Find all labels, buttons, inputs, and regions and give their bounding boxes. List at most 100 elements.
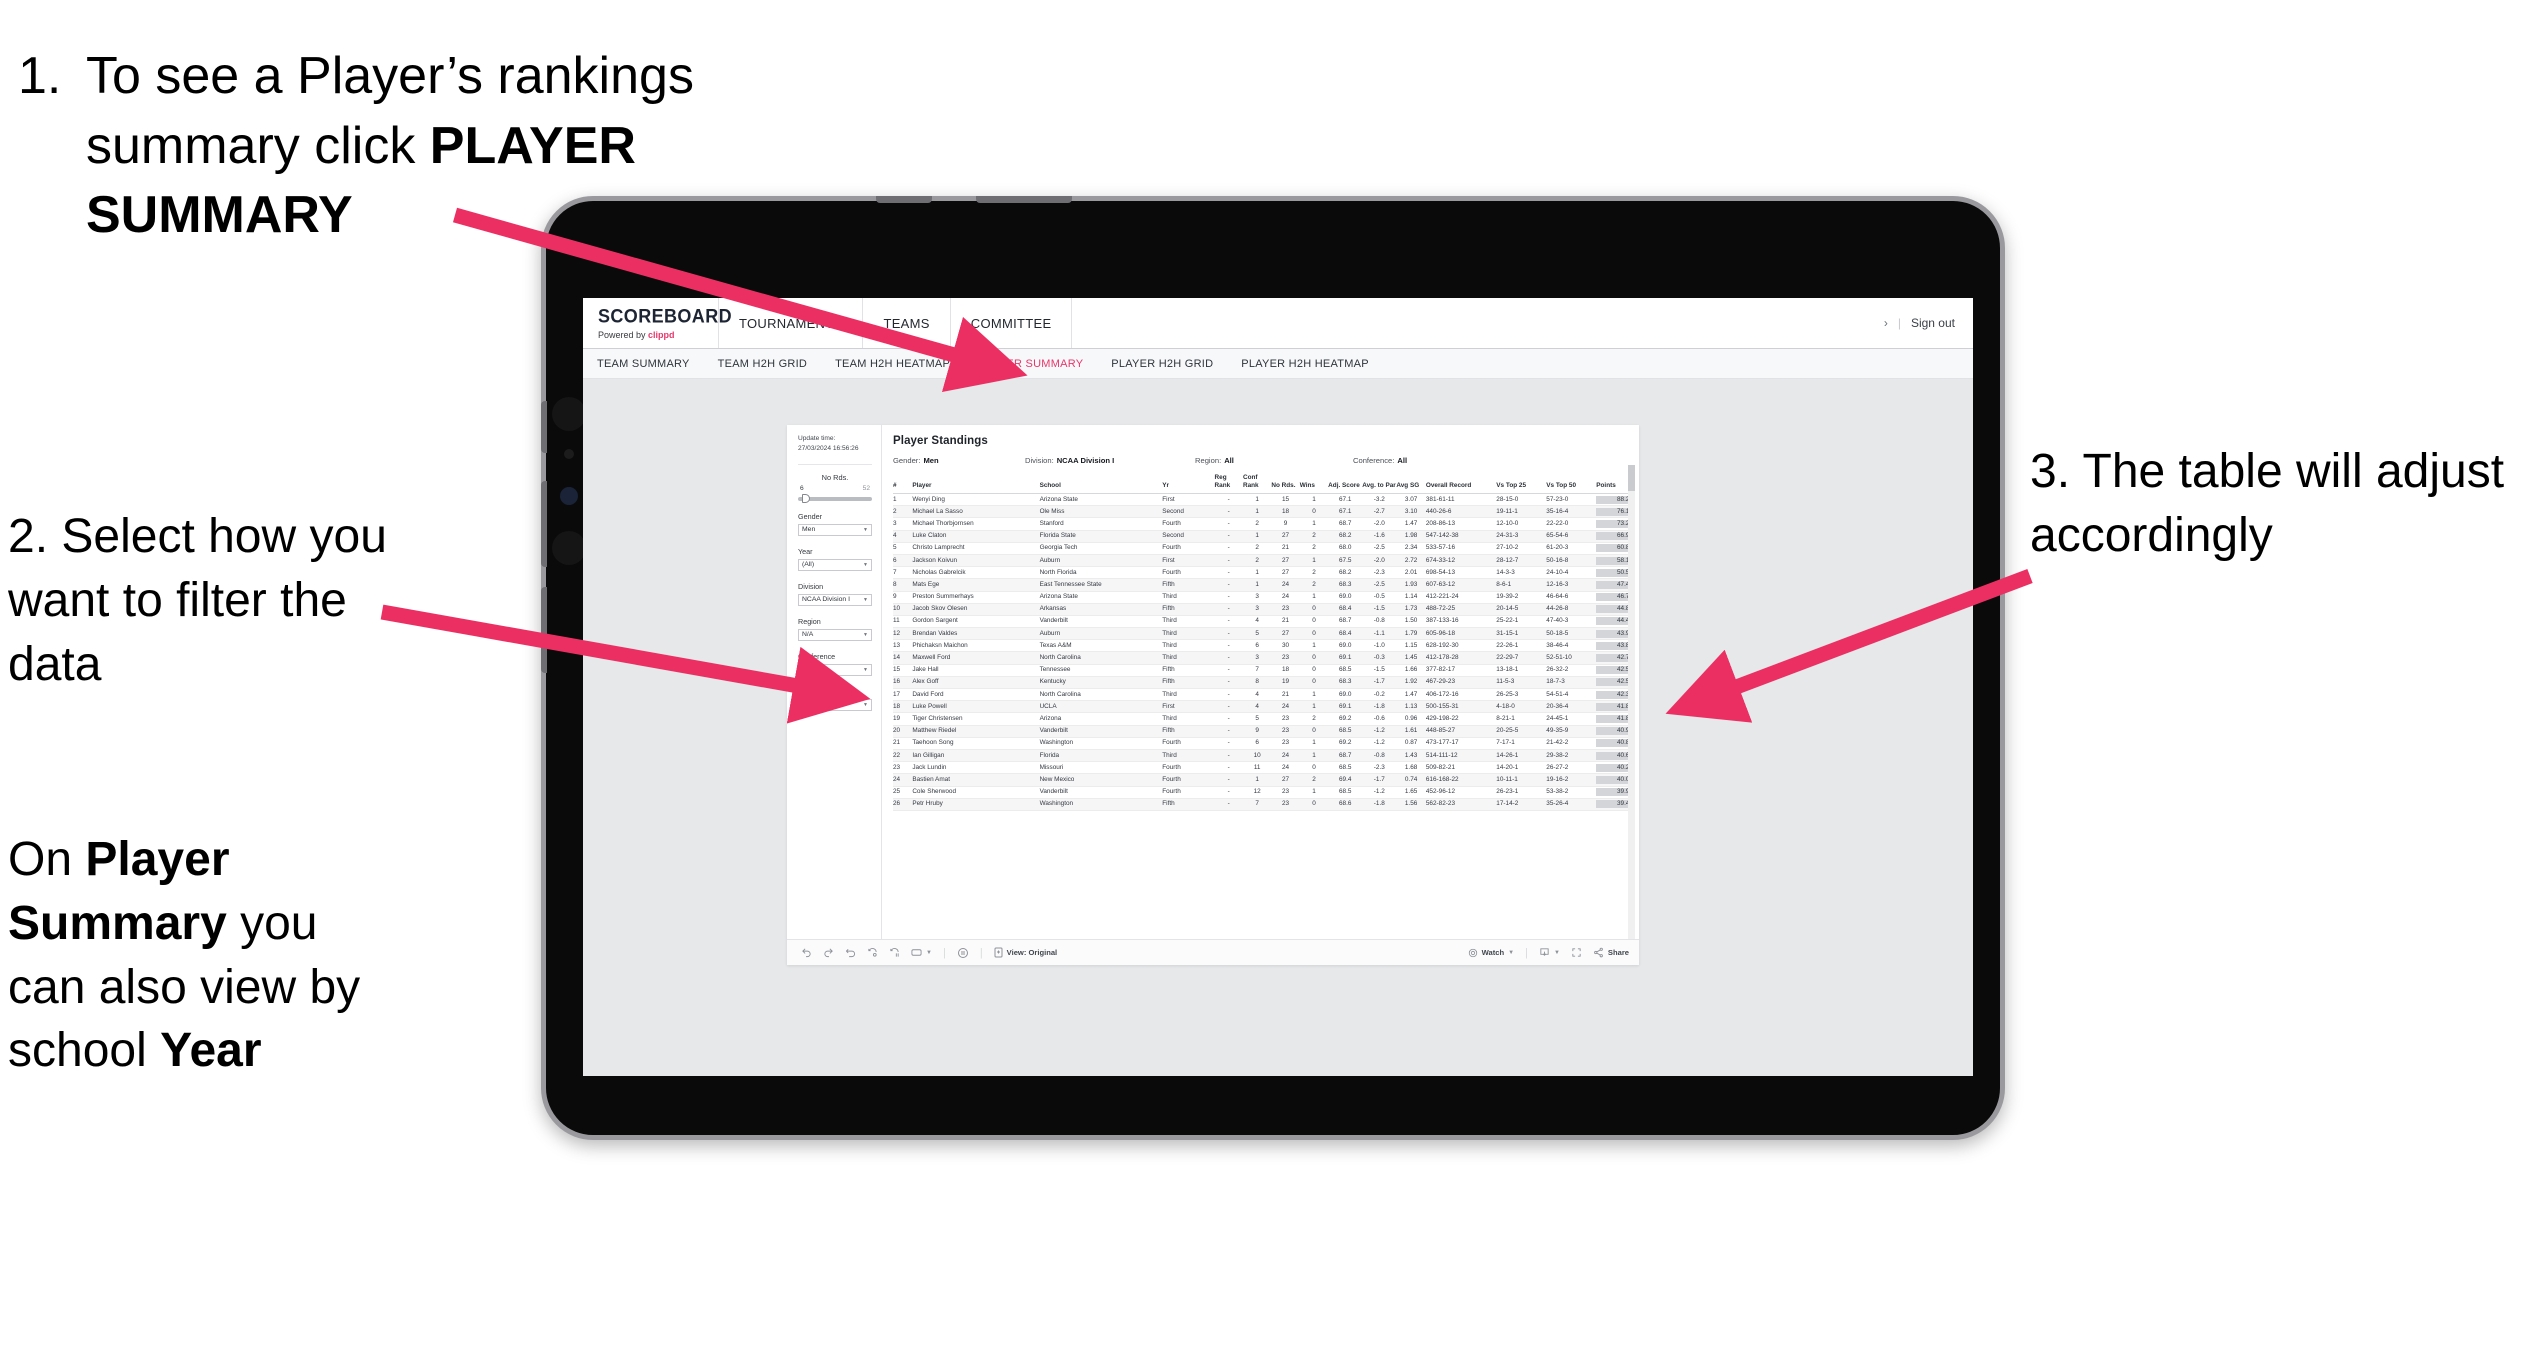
table-row[interactable]: 1 Wenyi Ding Arizona State First -1 15 1 67.1 -3… (893, 493, 1635, 507)
filter-gender-dropdown[interactable]: Men ▼ (798, 523, 872, 536)
cell-school: Vanderbilt (1039, 725, 1163, 738)
col-header-vs-top-25[interactable]: Vs Top 25 (1496, 474, 1546, 494)
watch-button[interactable]: Watch ▼ (1468, 948, 1514, 958)
share-button[interactable]: Share (1593, 947, 1629, 958)
cell-conf-rank: 1 (1242, 530, 1272, 543)
col-header-rank[interactable]: # (893, 474, 912, 494)
no-rounds-slider-track[interactable] (798, 494, 872, 504)
col-header-school[interactable]: School (1040, 474, 1163, 494)
callout-step-1-line2: summary click (86, 116, 430, 175)
fullscreen-icon[interactable] (1571, 947, 1582, 958)
table-row[interactable]: 3 Michael Thorbjornsen Stanford Fourth -2 9 1 6… (893, 517, 1635, 531)
presentation-mode-control[interactable]: ▼ (911, 948, 932, 957)
topbar-divider: | (1897, 316, 1901, 330)
col-header-wins[interactable]: Wins (1300, 474, 1328, 494)
col-header-conf-rank[interactable]: Conf Rank (1243, 474, 1271, 494)
table-row[interactable]: 11 Gordon Sargent Vanderbilt Third -4 21 0 68.7… (893, 615, 1635, 629)
tab-team-h2h-heatmap[interactable]: TEAM H2H HEATMAP (835, 358, 950, 370)
table-row[interactable]: 15 Jake Hall Tennessee Fifth -7 18 0 68.5 -1.5 1.… (893, 664, 1635, 677)
table-row[interactable]: 10 Jacob Skov Olesen Arkansas Fifth -3 23 0 68.… (893, 603, 1635, 616)
cell-vs-top-50: 46-64-6 (1546, 591, 1597, 604)
table-row[interactable]: 19 Tiger Christensen Arizona Third -5 23 2 69.2… (893, 712, 1635, 726)
cell-reg-rank: - (1214, 773, 1243, 787)
cell-avg-to-par: -3.2 (1362, 493, 1397, 507)
col-header-avg-sg[interactable]: Avg SG (1396, 474, 1426, 494)
table-scrollbar-track[interactable] (1628, 465, 1635, 939)
table-row[interactable]: 20 Matthew Riedel Vanderbilt Fifth -9 23 0 68.5… (893, 725, 1635, 738)
cell-overall-record: 488-72-25 (1425, 603, 1497, 616)
table-row[interactable]: 22 Ian Gilligan Florida Third -10 24 1 68.7 -0.8… (893, 749, 1635, 763)
chevron-right-icon[interactable]: › (1884, 316, 1888, 330)
table-row[interactable]: 26 Petr Hruby Washington Fifth -7 23 0 68.6 -1.8… (893, 798, 1635, 811)
download-icon (1539, 947, 1550, 958)
tab-team-summary[interactable]: TEAM SUMMARY (597, 358, 690, 370)
filter-conference-dropdown[interactable]: (All) ▼ (798, 663, 872, 676)
col-header-no-rds[interactable]: No Rds. (1271, 474, 1299, 494)
redo-icon[interactable] (823, 947, 834, 958)
topnav-teams[interactable]: TEAMS (863, 298, 951, 348)
cell-vs-top-50: 65-54-6 (1546, 530, 1597, 543)
table-row[interactable]: 6 Jackson Koivun Auburn First -2 27 1 67.5 -2.0 2… (893, 554, 1635, 568)
cell-avg-sg: 1.79 (1396, 627, 1426, 641)
cell-rank: 16 (893, 676, 913, 690)
topnav-tournaments[interactable]: TOURNAMENTS (719, 298, 864, 348)
table-row[interactable]: 5 Christo Lamprecht Georgia Tech Fourth -2 21… (893, 542, 1635, 555)
view-original-label: View: Original (1006, 948, 1058, 957)
table-row[interactable]: 9 Preston Summerhays Arizona State Third -3 2… (893, 591, 1635, 604)
cell-rank: 25 (893, 786, 913, 799)
table-row[interactable]: 24 Bastien Amat New Mexico Fourth -1 27 2 69.4-… (893, 773, 1635, 787)
callout-step-1-number: 1. (18, 47, 62, 105)
no-rounds-slider-handle[interactable] (802, 494, 810, 504)
filter-division-dropdown[interactable]: NCAA Division I ▼ (798, 593, 872, 606)
col-header-adj-score[interactable]: Adj. Score (1328, 474, 1362, 494)
topbar-account-area: › | Sign out (1884, 298, 1973, 348)
col-header-overall-record[interactable]: Overall Record (1426, 474, 1496, 494)
filter-divider (798, 463, 872, 465)
chevron-down-icon: ▼ (863, 526, 868, 533)
table-row[interactable]: 12 Brendan Valdes Auburn Third -5 27 0 68.4 -1.1… (893, 627, 1635, 641)
pause-icon[interactable] (957, 947, 969, 959)
table-row[interactable]: 21 Taehoon Song Washington Fourth -6 23 1 69.2-… (893, 737, 1635, 750)
tablet-side-button-volume-down (541, 587, 547, 673)
table-row[interactable]: 8 Mats Ege East Tennessee State Fifth -1 24 2 6… (893, 578, 1635, 592)
table-scrollbar-thumb[interactable] (1628, 465, 1635, 491)
table-row[interactable]: 25 Cole Sherwood Vanderbilt Fourth -12 23 1 68.… (893, 786, 1635, 799)
filter-region-dropdown[interactable]: N/A ▼ (798, 628, 872, 641)
refresh-icon[interactable] (867, 947, 878, 958)
cell-rank: 10 (893, 603, 913, 616)
col-header-avg-to-par[interactable]: Avg. to Par (1362, 474, 1396, 494)
app-brand-logo[interactable]: SCOREBOARD Powered by clippd (583, 298, 732, 348)
undo-icon[interactable] (801, 947, 812, 958)
col-header-reg-rank[interactable]: Reg Rank (1215, 474, 1243, 494)
cell-yr: Fourth (1162, 737, 1215, 750)
download-button[interactable]: ▼ (1539, 947, 1560, 958)
cell-vs-top-25: 20-25-5 (1496, 725, 1547, 738)
tab-player-summary[interactable]: PLAYER SUMMARY (978, 358, 1083, 370)
cell-conf-rank: 4 (1242, 615, 1272, 629)
revert-icon[interactable] (845, 947, 856, 958)
tab-player-h2h-grid[interactable]: PLAYER H2H GRID (1111, 358, 1213, 370)
table-row[interactable]: 7 Nicholas Gabrelcik North Florida Fourth -1… (893, 566, 1635, 580)
cell-rank: 13 (893, 639, 913, 653)
cell-adj-score: 68.0 (1328, 542, 1363, 555)
table-row[interactable]: 13 Phichaksn Maichon Texas A&M Third -6 30 1 69… (893, 639, 1635, 653)
cell-player: Luke Powell (912, 700, 1040, 714)
col-header-vs-top-50[interactable]: Vs Top 50 (1546, 474, 1596, 494)
view-original-button[interactable]: View: Original (994, 947, 1058, 958)
table-row[interactable]: 4 Luke Claton Florida State Second -1 27 2 68.2… (893, 530, 1635, 543)
table-row[interactable]: 14 Maxwell Ford North Carolina Third -3 23 0 69… (893, 651, 1635, 665)
table-row[interactable]: 23 Jack Lundin Missouri Fourth -11 24 0 68.5 -2.… (893, 761, 1635, 775)
tab-player-h2h-heatmap[interactable]: PLAYER H2H HEATMAP (1241, 358, 1369, 370)
col-header-player[interactable]: Player (912, 474, 1039, 494)
table-row[interactable]: 16 Alex Goff Kentucky Fifth -8 19 0 68.3 -1.7 1.9… (893, 676, 1635, 690)
table-row[interactable]: 18 Luke Powell UCLA First -4 24 1 69.1 -1.8 1.13 5… (893, 700, 1635, 714)
table-row[interactable]: 17 David Ford North Carolina Third -4 21 1 69.0… (893, 688, 1635, 702)
sign-out-link[interactable]: Sign out (1911, 316, 1955, 330)
filter-year-dropdown[interactable]: (All) ▼ (798, 558, 872, 571)
pause-auto-update-icon[interactable] (889, 947, 900, 958)
tab-team-h2h-grid[interactable]: TEAM H2H GRID (718, 358, 807, 370)
topnav-committee[interactable]: COMMITTEE (951, 298, 1073, 348)
filter-player-dropdown[interactable]: (All) ▼ (798, 698, 872, 711)
table-row[interactable]: 2 Michael La Sasso Ole Miss Second -1 18 0 67.1… (893, 505, 1635, 519)
col-header-yr[interactable]: Yr (1162, 474, 1214, 494)
